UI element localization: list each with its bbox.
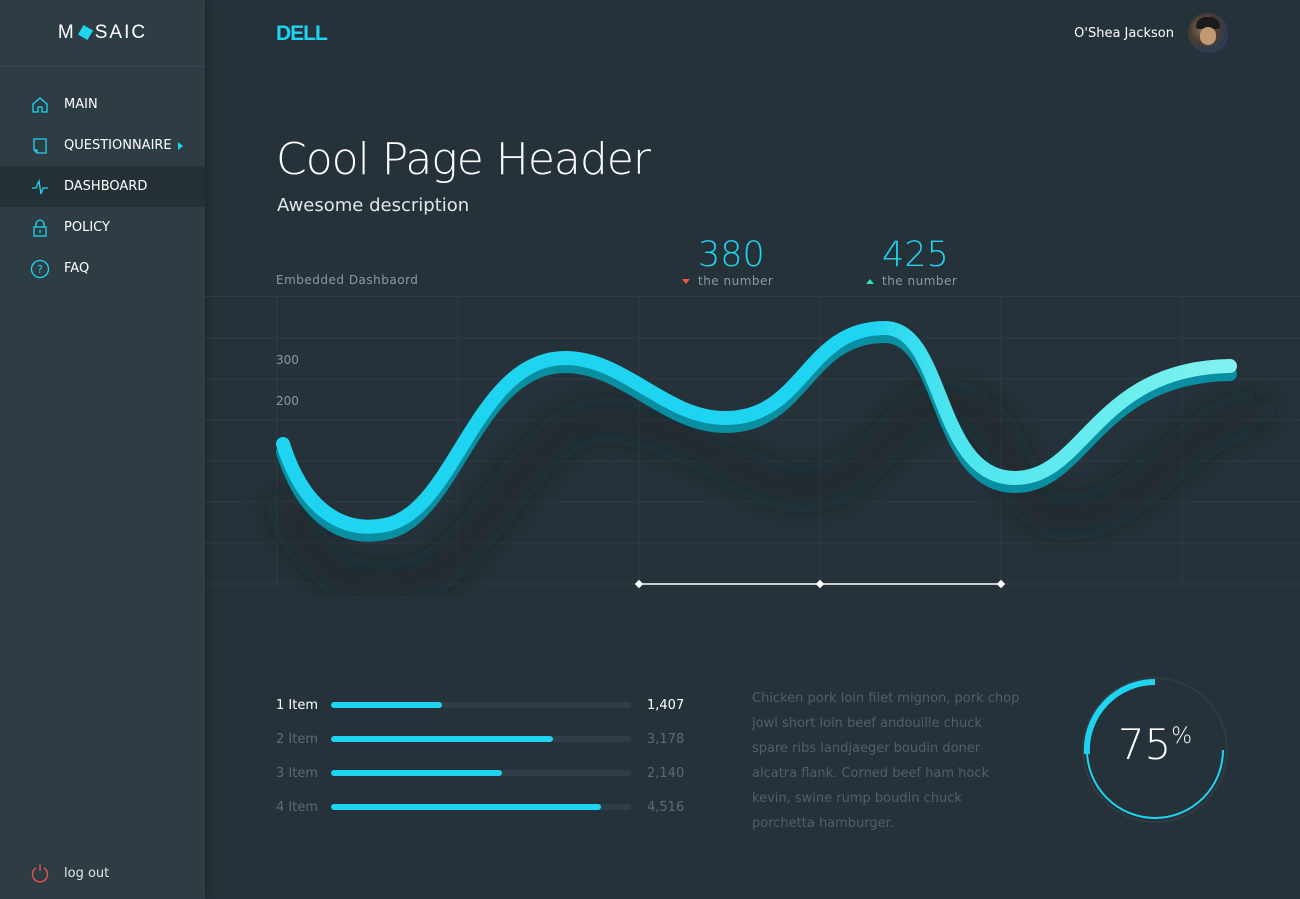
- sidebar-item-label: POLICY: [64, 220, 110, 235]
- sidebar-item-label: QUESTIONNAIRE: [64, 138, 172, 153]
- logout-button[interactable]: log out: [30, 863, 109, 883]
- trend-up-icon: [866, 278, 874, 284]
- user-name: O'Shea Jackson: [1074, 25, 1174, 41]
- list-item[interactable]: 3 Item 2,140: [276, 756, 696, 790]
- stat-value: 425: [882, 235, 949, 275]
- sidebar-nav: MAIN QUESTIONNAIRE DASHBOARD POLICY ? FA…: [0, 84, 205, 289]
- avatar-face: [1200, 27, 1216, 45]
- item-value: 4,516: [647, 799, 685, 815]
- y-tick-label: 300: [276, 353, 299, 367]
- sidebar-item-main[interactable]: MAIN: [0, 84, 205, 125]
- logo-text-left: M: [57, 22, 76, 43]
- sidebar-item-policy[interactable]: POLICY: [0, 207, 205, 248]
- app-logo[interactable]: M SAIC: [0, 0, 205, 67]
- progress-track: [331, 804, 631, 810]
- power-icon: [30, 863, 50, 883]
- stat-down: 380 the number: [682, 235, 773, 288]
- sidebar: M SAIC MAIN QUESTIONNAIRE DASHBOARD POLI…: [0, 0, 205, 899]
- progress-fill: [331, 770, 502, 776]
- logout-label: log out: [64, 865, 110, 881]
- svg-text:?: ?: [37, 263, 43, 276]
- document-icon: [30, 136, 50, 156]
- page-title: Cool Page Header: [276, 134, 651, 185]
- user-menu[interactable]: O'Shea Jackson: [1074, 13, 1228, 53]
- sidebar-item-dashboard[interactable]: DASHBOARD: [0, 166, 205, 207]
- item-label: 2 Item: [276, 731, 318, 747]
- embedded-dashboard-label: Embedded Dashbaord: [276, 273, 419, 287]
- description-paragraph: Chicken pork loin filet mignon, pork cho…: [752, 691, 1020, 831]
- list-item[interactable]: 4 Item 4,516: [276, 790, 696, 824]
- stat-value: 380: [698, 235, 765, 275]
- progress-list: 1 Item 1,407 2 Item 3,178 3 Item 2,140 4…: [276, 688, 696, 824]
- ring-unit: %: [1171, 724, 1193, 749]
- sidebar-item-questionnaire[interactable]: QUESTIONNAIRE: [0, 125, 205, 166]
- list-item[interactable]: 1 Item 1,407: [276, 688, 696, 722]
- stat-caption: the number: [682, 274, 773, 288]
- range-handle[interactable]: [815, 579, 825, 589]
- sidebar-item-label: FAQ: [64, 261, 90, 276]
- progress-track: [331, 736, 631, 742]
- range-handle[interactable]: [996, 579, 1006, 589]
- item-value: 2,140: [647, 765, 685, 781]
- company-logo: DELL: [276, 22, 328, 45]
- avatar[interactable]: [1188, 13, 1228, 53]
- item-label: 3 Item: [276, 765, 318, 781]
- stat-caption: the number: [866, 274, 957, 288]
- ring-value: 75%: [1080, 720, 1230, 769]
- trend-down-icon: [682, 278, 690, 284]
- sidebar-item-label: MAIN: [64, 97, 98, 112]
- stat-up: 425 the number: [866, 235, 957, 288]
- chevron-right-icon: [177, 141, 183, 150]
- item-value: 1,407: [647, 697, 685, 713]
- stat-label: the number: [882, 274, 958, 288]
- lock-icon: [30, 218, 50, 238]
- home-icon: [30, 95, 50, 115]
- pulse-icon: [30, 177, 50, 197]
- sidebar-item-label: DASHBOARD: [64, 179, 148, 194]
- progress-fill: [331, 736, 553, 742]
- y-tick-label: 200: [276, 394, 299, 408]
- line-chart: 300 200: [205, 296, 1300, 596]
- logo-text-right: SAIC: [94, 22, 148, 43]
- item-label: 1 Item: [276, 697, 318, 713]
- progress-fill: [331, 804, 601, 810]
- range-selector[interactable]: [634, 579, 1006, 589]
- stat-label: the number: [698, 274, 774, 288]
- sidebar-item-faq[interactable]: ? FAQ: [0, 248, 205, 289]
- progress-fill: [331, 702, 442, 708]
- range-handle[interactable]: [634, 579, 644, 589]
- logo-diamond-icon: [77, 24, 93, 41]
- list-item[interactable]: 2 Item 3,178: [276, 722, 696, 756]
- page-description: Awesome description: [277, 195, 470, 216]
- ring-number: 75: [1117, 720, 1172, 769]
- progress-track: [331, 770, 631, 776]
- item-label: 4 Item: [276, 799, 318, 815]
- item-value: 3,178: [647, 731, 685, 747]
- question-icon: ?: [30, 259, 50, 279]
- progress-track: [331, 702, 631, 708]
